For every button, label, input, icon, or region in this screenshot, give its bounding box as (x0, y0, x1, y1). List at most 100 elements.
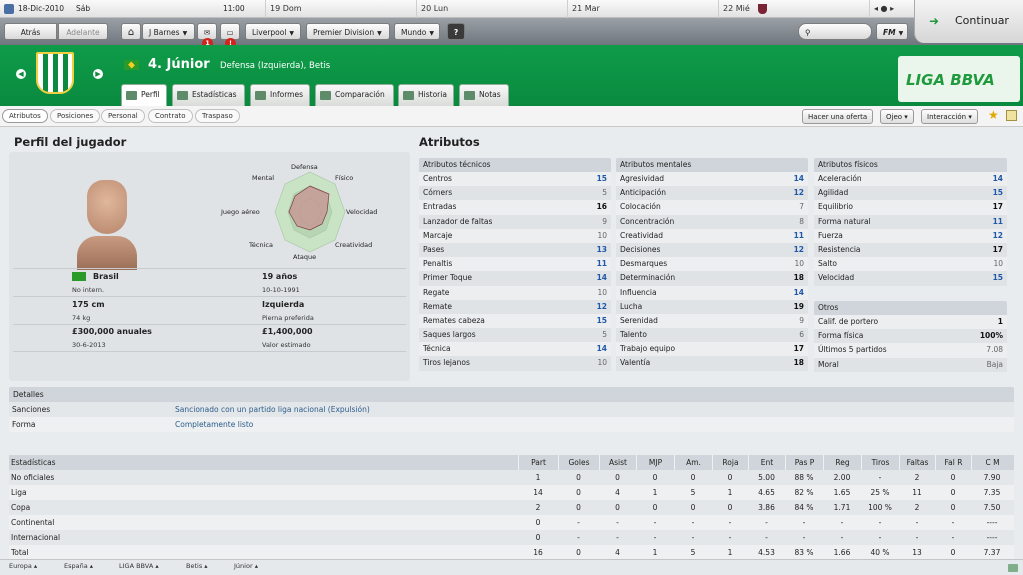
subtab-personal[interactable]: Personal (101, 109, 145, 123)
physical-attributes-table: Atributos físicos Aceleración 14 Agilidad 1… (814, 158, 1007, 286)
other-attribute-row: Moral Baja (814, 357, 1007, 372)
mental-attribute-row: Anticipación 12 (616, 186, 808, 201)
physical-attribute-row: Velocidad 15 (814, 271, 1007, 286)
mental-attributes-header: Atributos mentales (616, 158, 808, 172)
tab-estadisticas[interactable]: Estadísticas (172, 84, 245, 106)
back-button[interactable]: Atrás (4, 23, 57, 40)
manager-menu[interactable]: J Barnes ▼ (142, 23, 195, 40)
scout-menu[interactable]: Ojeo ▾ (880, 109, 914, 124)
attribute-value: 12 (793, 244, 804, 254)
arrow-right-icon: ➜ (929, 14, 940, 28)
attribute-name: Córners (423, 188, 453, 198)
continue-button[interactable]: ➜ Continuar (914, 0, 1023, 43)
attribute-name: Pases (423, 244, 445, 254)
stats-row: Copa 2 0 0 0 0 0 3.86 84 % 1.71 100 % 2 0 7.50 (9, 500, 1014, 515)
technical-attribute-row: Remates cabeza 15 (419, 313, 611, 329)
attribute-name: Marcaje (423, 230, 453, 240)
stats-cell: 1 (727, 548, 733, 557)
stats-cell: 0 (950, 473, 956, 482)
stats-cell: 0 (652, 473, 658, 482)
technical-attribute-row: Marcaje 10 (419, 228, 611, 243)
attribute-value: 10 (794, 259, 804, 269)
tab-informes[interactable]: Informes (250, 84, 310, 106)
stats-row: Continental 0- - - - - - - - - - - ---- (9, 515, 1014, 530)
competition-menu[interactable]: Premier Division ▼ (306, 23, 390, 40)
mental-attribute-row: Determinación 18 (616, 271, 808, 286)
stats-column-header: Am. (674, 455, 712, 470)
home-button[interactable]: ⌂ (121, 23, 141, 40)
estimated-value: £1,400,000 (262, 327, 313, 336)
attribute-name: Fuerza (818, 230, 843, 240)
stats-cell: 1 (727, 488, 733, 497)
calendar-day-22[interactable]: 22 Mié (718, 0, 868, 18)
stats-cell: - (728, 533, 732, 542)
attribute-value: 12 (793, 188, 804, 198)
stats-cell: 5 (690, 488, 696, 497)
breadcrumb-liga[interactable]: LIGA BBVA ▴ (119, 562, 159, 570)
radar-label-defensa: Defensa (291, 163, 318, 171)
calendar-day-19[interactable]: 19 Dom (265, 0, 415, 18)
details-row-forma: Forma Completamente listo (9, 417, 1014, 432)
shortlist-icon[interactable] (1006, 110, 1017, 121)
prev-arrow-icon[interactable]: ◀ (16, 69, 26, 79)
search-input[interactable]: ⚲ (798, 23, 872, 40)
make-offer-button[interactable]: Hacer una oferta (802, 109, 874, 124)
fm-menu[interactable]: FM ▼ (876, 23, 908, 40)
attribute-name: Trabajo equipo (620, 344, 676, 354)
attribute-name: Saques largos (423, 330, 476, 340)
stats-cell: - (765, 518, 768, 527)
calendar-day-20[interactable]: 20 Lun (416, 0, 566, 18)
attribute-value: 15 (992, 273, 1003, 283)
stats-cell: 3.86 (758, 503, 775, 512)
tab-notas[interactable]: Notas (459, 84, 509, 106)
breadcrumb-betis[interactable]: Betis ▴ (186, 562, 208, 570)
stats-cell: - (802, 518, 806, 527)
breadcrumb-europa[interactable]: Europa ▴ (9, 562, 37, 570)
technical-attribute-row: Lanzador de faltas 9 (419, 214, 611, 229)
stats-cell: - (951, 518, 955, 527)
stats-cell: - (691, 518, 695, 527)
attribute-value: 18 (793, 358, 804, 368)
subtab-contrato[interactable]: Contrato (148, 109, 193, 123)
details-header: Detalles (9, 387, 1014, 402)
forward-button[interactable]: Adelante (58, 23, 108, 40)
subtab-atributos[interactable]: Atributos (2, 109, 48, 123)
current-day: Sáb (76, 4, 91, 13)
world-menu[interactable]: Mundo ▼ (394, 23, 440, 40)
physical-attribute-row: Equilibrio 17 (814, 200, 1007, 215)
stats-cell: - (691, 533, 695, 542)
other-attribute-row: Calif. de portero 1 (814, 315, 1007, 330)
stats-cell: 7.90 (983, 473, 1001, 482)
details-panel: Detalles Sanciones Sancionado con un part… (9, 387, 1014, 433)
tab-comparacion[interactable]: Comparación (315, 84, 394, 106)
attribute-name: Talento (620, 330, 647, 340)
tab-historia[interactable]: Historia (398, 84, 454, 106)
team-menu[interactable]: Liverpool ▼ (245, 23, 301, 40)
sanction-link[interactable]: Sancionado con un partido liga nacional … (175, 402, 370, 417)
mental-attribute-row: Creatividad 11 (616, 228, 808, 243)
subtab-traspaso[interactable]: Traspaso (195, 109, 240, 123)
star-icon[interactable]: ★ (988, 108, 999, 122)
next-arrow-icon[interactable]: ▶ (93, 69, 103, 79)
calendar-day-21[interactable]: 21 Mar (567, 0, 717, 18)
mental-attribute-row: Agresividad 14 (616, 172, 808, 187)
attribute-name: Resistencia (818, 244, 861, 254)
tab-perfil[interactable]: Perfil (121, 84, 167, 107)
subtab-posiciones[interactable]: Posiciones (50, 109, 101, 123)
mental-attributes-table: Atributos mentales Agresividad 14 Anticipa… (616, 158, 808, 371)
radar-label-velocidad: Velocidad (346, 208, 378, 216)
compare-icon (320, 90, 331, 100)
stats-cell: 1.71 (833, 503, 851, 512)
attribute-value: 1 (997, 317, 1003, 326)
help-button[interactable]: ? (447, 23, 465, 40)
breadcrumb-espana[interactable]: España ▴ (64, 562, 93, 570)
physical-attribute-row: Resistencia 17 (814, 242, 1007, 258)
interaction-menu[interactable]: Interacción ▾ (921, 109, 978, 124)
stats-cell: 5.00 (758, 473, 775, 482)
breadcrumb-junior[interactable]: Júnior ▴ (234, 562, 258, 570)
attribute-value: 17 (793, 344, 804, 354)
stats-cell: 5 (690, 548, 696, 557)
attribute-value: 19 (793, 301, 804, 311)
technical-attribute-row: Técnica 14 (419, 342, 611, 357)
stats-cell: - (878, 518, 882, 527)
